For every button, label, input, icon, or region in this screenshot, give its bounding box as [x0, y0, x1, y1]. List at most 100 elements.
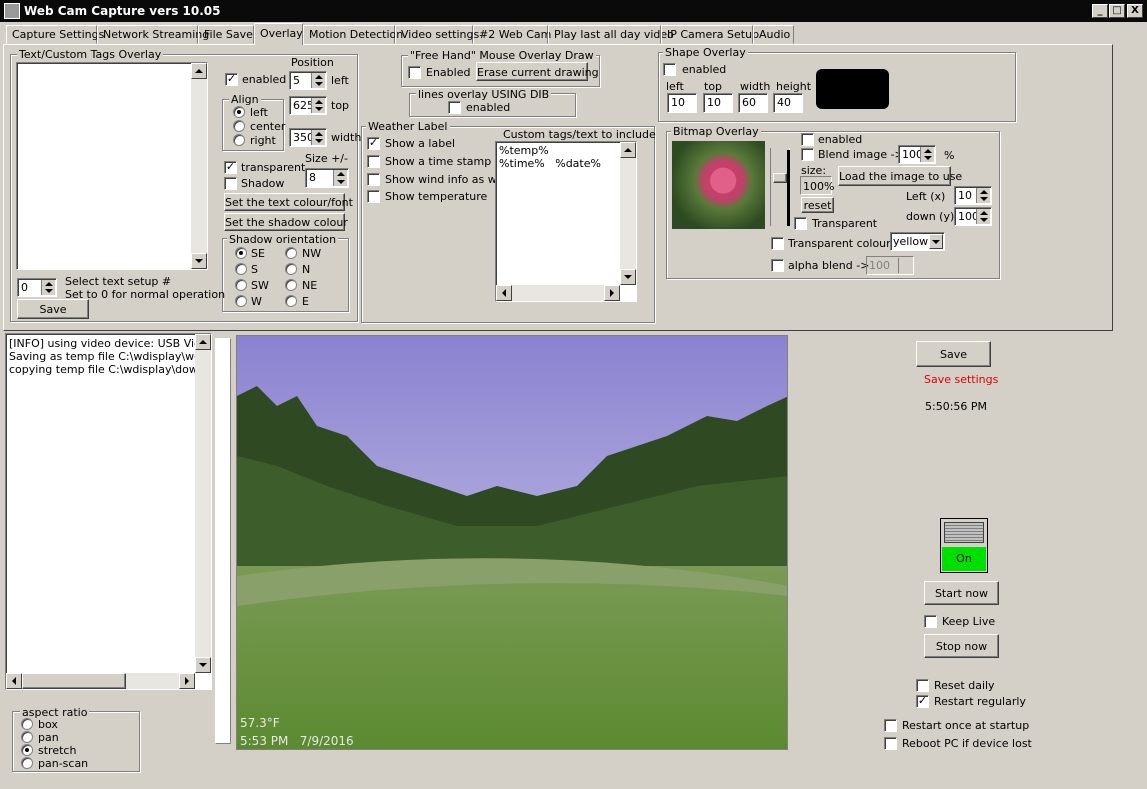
lines-enabled-checkbox[interactable]: [448, 101, 461, 114]
preview-side-slider[interactable]: [215, 338, 231, 744]
log-vscroll[interactable]: [195, 334, 211, 673]
blend-image-checkbox[interactable]: [801, 148, 814, 161]
orient-n-radio[interactable]: [285, 263, 297, 275]
transparent-checkbox[interactable]: ✓: [224, 161, 237, 174]
shape-left-input[interactable]: 10: [667, 93, 697, 113]
text-save-button[interactable]: Save: [17, 299, 89, 319]
left-value: 5: [293, 74, 300, 87]
custom-tags-hscroll[interactable]: [496, 285, 620, 301]
video-preview[interactable]: 57.3°F 5:53 PM 7/9/2016: [236, 335, 788, 750]
scroll-thumb[interactable]: [22, 673, 126, 689]
restart-startup-checkbox[interactable]: [884, 719, 897, 732]
text-setup-spinner[interactable]: 0: [17, 278, 57, 297]
left-spinner[interactable]: 5: [289, 71, 327, 90]
bitmap-enabled-checkbox[interactable]: [801, 133, 814, 146]
text-overlay-scrollbar[interactable]: [191, 63, 207, 269]
tab-capture-settings[interactable]: Capture Settings: [6, 25, 104, 44]
set-text-colour-button[interactable]: Set the text colour/font: [224, 193, 353, 211]
temperature-checkbox[interactable]: [367, 190, 380, 203]
aspect-pan-scan-label: pan-scan: [38, 757, 89, 770]
orient-ne-radio[interactable]: [285, 279, 297, 291]
tab-audio[interactable]: Audio: [753, 25, 794, 44]
shape-width-input[interactable]: 60: [738, 93, 768, 113]
text-overlay-textbox[interactable]: [16, 62, 208, 270]
tab-motion-detection[interactable]: Motion Detection: [303, 25, 403, 44]
power-switch[interactable]: On: [940, 518, 988, 573]
tab-second-web-cam[interactable]: #2 Web Cam: [473, 25, 551, 44]
load-image-button[interactable]: Load the image to use: [838, 166, 962, 186]
tab-play-last-all-day[interactable]: Play last all day video: [548, 25, 674, 44]
scroll-down-arrow-icon[interactable]: [195, 657, 211, 673]
set-shadow-colour-button[interactable]: Set the shadow colour: [224, 213, 348, 231]
shape-top-input[interactable]: 10: [703, 93, 733, 113]
orient-s-radio[interactable]: [235, 263, 247, 275]
tab-overlay[interactable]: Overlay: [254, 23, 303, 45]
log-listbox[interactable]: [INFO] using video device: USB Video Sav…: [5, 333, 212, 690]
tab-file-save[interactable]: File Save: [198, 25, 254, 44]
bitmap-reset-button[interactable]: reset: [801, 197, 834, 213]
scroll-right-arrow-icon[interactable]: [179, 673, 195, 689]
aspect-box-radio[interactable]: [21, 718, 33, 730]
stop-now-button[interactable]: Stop now: [924, 634, 999, 658]
wind-info-checkbox[interactable]: [367, 173, 380, 186]
freehand-enabled-checkbox[interactable]: [408, 66, 421, 79]
tab-video-settings[interactable]: Video settings: [395, 25, 479, 44]
orient-sw-radio[interactable]: [235, 279, 247, 291]
align-center-radio[interactable]: [233, 120, 245, 132]
orient-e-radio[interactable]: [285, 295, 297, 307]
shape-height-input[interactable]: 40: [773, 93, 803, 113]
log-hscroll[interactable]: [6, 673, 195, 689]
scroll-down-arrow-icon[interactable]: [191, 253, 207, 269]
reboot-pc-checkbox[interactable]: [884, 737, 897, 750]
preview-scene: [237, 336, 787, 749]
custom-tags-vscroll[interactable]: [620, 142, 636, 285]
size-spinner[interactable]: 8: [305, 168, 349, 188]
down-y-spinner[interactable]: 100: [954, 207, 992, 226]
orient-se-radio[interactable]: [235, 247, 247, 259]
time-stamp-checkbox[interactable]: [367, 155, 380, 168]
tab-network-streaming[interactable]: Network Streaming: [97, 25, 209, 44]
scroll-right-arrow-icon[interactable]: [604, 285, 620, 301]
scroll-up-arrow-icon[interactable]: [620, 142, 636, 158]
scroll-up-arrow-icon[interactable]: [191, 63, 207, 79]
minimize-button[interactable]: _: [1092, 4, 1108, 18]
scroll-left-arrow-icon[interactable]: [496, 285, 512, 301]
alpha-blend-checkbox[interactable]: [771, 259, 784, 272]
top-spinner[interactable]: 625: [289, 96, 327, 115]
slider-thumb[interactable]: [773, 173, 787, 183]
scroll-up-arrow-icon[interactable]: [195, 334, 211, 350]
freehand-enabled-label: Enabled: [426, 66, 471, 79]
shape-colour-swatch[interactable]: [816, 69, 889, 109]
show-label-checkbox[interactable]: ✓: [367, 137, 380, 150]
reset-daily-checkbox[interactable]: [916, 679, 929, 692]
align-right-radio[interactable]: [233, 134, 245, 146]
erase-drawing-button[interactable]: Erase current drawing: [476, 62, 599, 81]
transparent-colour-checkbox[interactable]: [771, 237, 784, 250]
bitmap-transparent-checkbox[interactable]: [794, 217, 807, 230]
blend-spinner[interactable]: 100: [898, 145, 936, 164]
orient-w-radio[interactable]: [235, 295, 247, 307]
scroll-down-arrow-icon[interactable]: [620, 269, 636, 285]
aspect-stretch-radio[interactable]: [21, 744, 33, 756]
left-x-spinner[interactable]: 10: [954, 186, 992, 205]
width-spinner[interactable]: 350: [289, 128, 327, 147]
orient-nw-radio[interactable]: [285, 247, 297, 259]
text-enabled-checkbox[interactable]: ✓: [225, 73, 238, 86]
aspect-pan-radio[interactable]: [21, 731, 33, 743]
start-now-button[interactable]: Start now: [924, 581, 999, 605]
keep-live-checkbox[interactable]: [924, 615, 937, 628]
scroll-left-arrow-icon[interactable]: [6, 673, 22, 689]
shape-enabled-checkbox[interactable]: [663, 63, 676, 76]
shadow-checkbox[interactable]: [224, 177, 237, 190]
tab-ip-camera-setup[interactable]: IP Camera Setup: [661, 25, 759, 44]
close-button[interactable]: X: [1127, 4, 1143, 18]
maximize-button[interactable]: □: [1109, 4, 1125, 18]
restart-regularly-checkbox[interactable]: ✓: [916, 695, 929, 708]
custom-tags-textbox[interactable]: %temp% %time% %date%: [495, 141, 637, 302]
alpha-blend-spinner[interactable]: 100: [866, 256, 914, 275]
align-left-radio[interactable]: [233, 106, 245, 118]
aspect-pan-scan-radio[interactable]: [21, 757, 33, 769]
transparent-colour-select[interactable]: yellow: [890, 232, 945, 251]
show-label-label: Show a label: [385, 137, 456, 150]
save-settings-button[interactable]: Save: [916, 341, 991, 367]
